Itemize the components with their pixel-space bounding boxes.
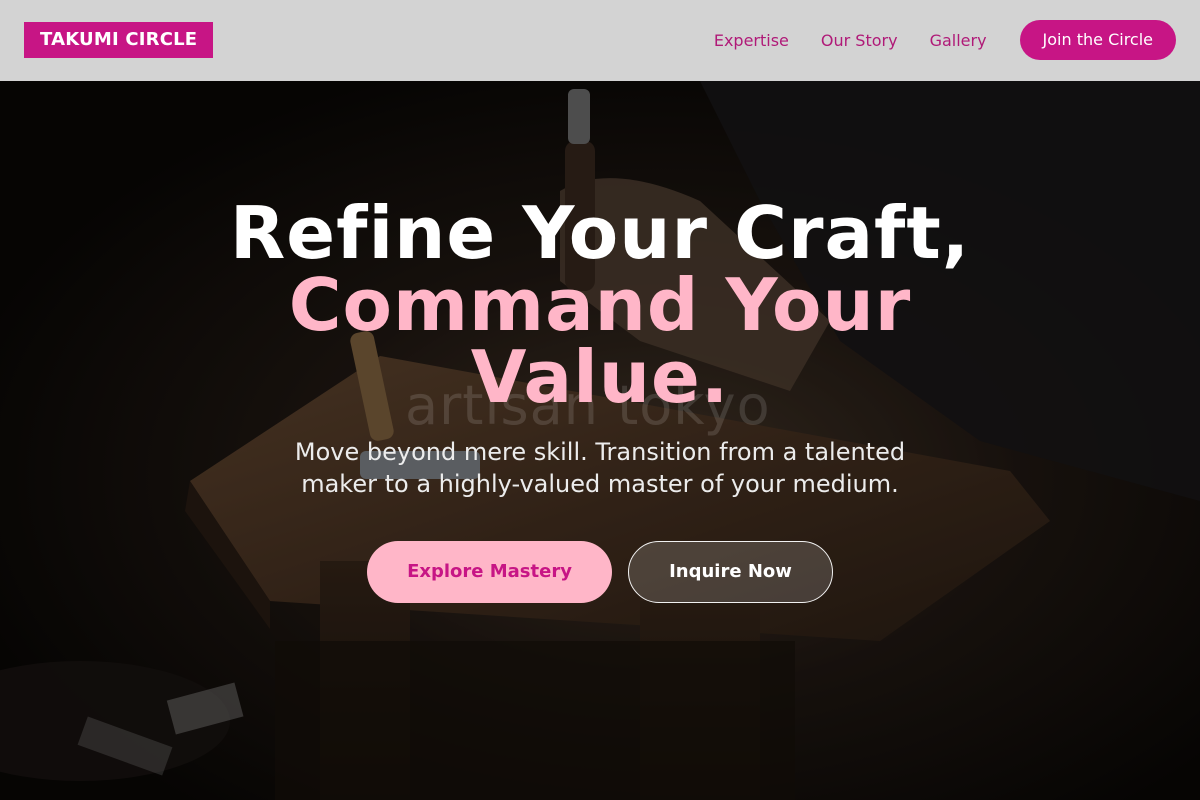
join-the-circle-button[interactable]: Join the Circle [1019, 20, 1176, 60]
top-navigation-bar: TAKUMI CIRCLE Expertise Our Story Galler… [0, 0, 1200, 81]
hero-section: artisan tokyo Refine Your Craft, Command… [0, 81, 1200, 800]
headline-line-3: Value. [470, 335, 730, 419]
hero-headline: Refine Your Craft, Command Your Value. [180, 197, 1020, 413]
nav-link-gallery[interactable]: Gallery [930, 31, 987, 50]
nav-link-our-story[interactable]: Our Story [821, 31, 898, 50]
inquire-now-button[interactable]: Inquire Now [628, 541, 833, 603]
main-nav: Expertise Our Story Gallery Join the Cir… [714, 20, 1176, 60]
nav-link-expertise[interactable]: Expertise [714, 31, 789, 50]
brand-logo[interactable]: TAKUMI CIRCLE [24, 22, 214, 58]
explore-mastery-button[interactable]: Explore Mastery [367, 541, 612, 603]
hero-subtext: Move beyond mere skill. Transition from … [294, 438, 906, 498]
